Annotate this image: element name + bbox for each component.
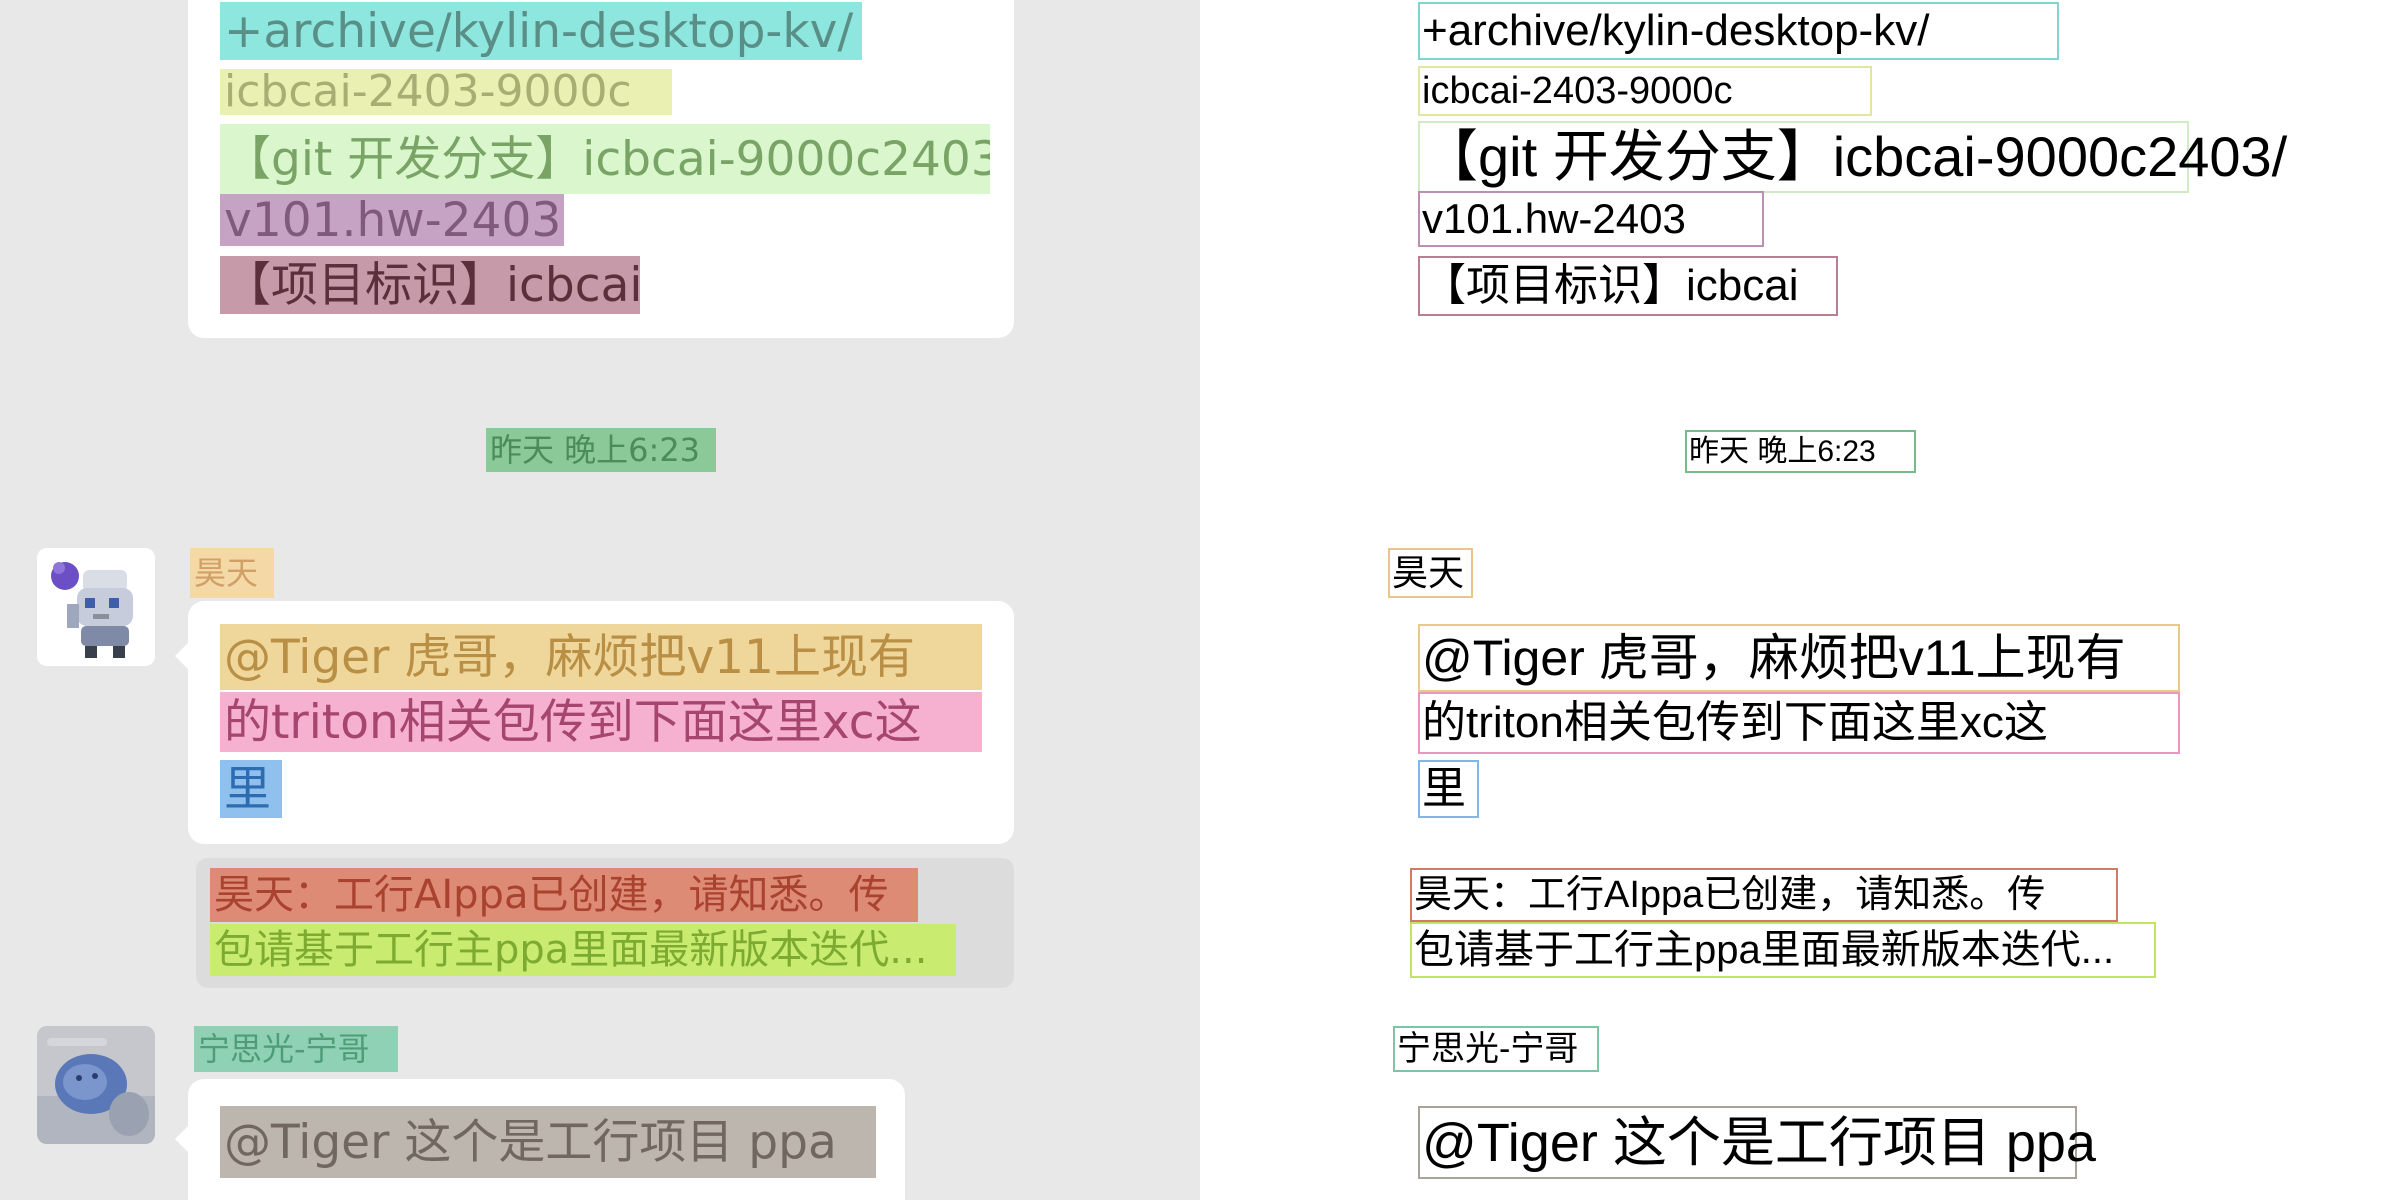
mention-ppa-line: @Tiger 这个是工行项目 ppa xyxy=(220,1106,876,1178)
ocr-box-mention-line-1: @Tiger 虎哥，麻烦把v11上现有 xyxy=(1418,624,2180,692)
timestamp-divider: 昨天 晚上6:23 xyxy=(486,428,716,472)
ocr-box-sender-haotian: 昊天 xyxy=(1388,548,1473,598)
chat-screenshot-panel: +archive/kylin-desktop-kv/ icbcai-2403-9… xyxy=(0,0,1200,1200)
ocr-box-quoted-line-2: 包请基于工行主ppa里面最新版本迭代... xyxy=(1410,922,2156,978)
ocr-box-branch-id: icbcai-2403-9000c xyxy=(1418,66,1872,116)
git-branch-line: 【git 开发分支】icbcai-9000c2403/ xyxy=(220,124,990,194)
sender-name-ning[interactable]: 宁思光-宁哥 xyxy=(194,1026,398,1072)
version-line: v101.hw-2403 xyxy=(220,194,564,246)
mention-line-3: 里 xyxy=(220,760,282,818)
mention-line-1: @Tiger 虎哥，麻烦把v11上现有 xyxy=(220,624,982,690)
ocr-box-mention-line-2: 的triton相关包传到下面这里xc这 xyxy=(1418,692,2180,754)
ning-avatar-icon xyxy=(37,1026,155,1144)
ocr-box-timestamp: 昨天 晚上6:23 xyxy=(1685,430,1916,473)
ocr-box-sender-ning: 宁思光-宁哥 xyxy=(1393,1026,1599,1072)
sender-name-haotian[interactable]: 昊天 xyxy=(190,548,274,598)
avatar[interactable] xyxy=(37,1026,155,1144)
branch-id-line: icbcai-2403-9000c xyxy=(220,69,672,115)
bubble-tail xyxy=(175,642,189,670)
ocr-box-version: v101.hw-2403 xyxy=(1418,191,1764,247)
ocr-box-project-id: 【项目标识】icbcai xyxy=(1418,256,1838,316)
ocr-box-git-branch: 【git 开发分支】icbcai-9000c2403/ xyxy=(1418,121,2287,193)
ocr-box-mention-line-3: 里 xyxy=(1418,760,1479,818)
project-id-line: 【项目标识】icbcai xyxy=(220,256,640,314)
archive-path-line: +archive/kylin-desktop-kv/ xyxy=(220,2,862,60)
avatar[interactable] xyxy=(37,548,155,666)
ocr-box-mention-ppa: @Tiger 这个是工行项目 ppa xyxy=(1418,1106,2096,1179)
mention-line-2: 的triton相关包传到下面这里xc这 xyxy=(220,692,982,752)
text-region-overlay-panel: +archive/kylin-desktop-kv/ icbcai-2403-9… xyxy=(1200,0,2400,1200)
haotian-avatar-icon xyxy=(37,548,155,666)
ocr-box-quoted-line-1: 昊天：工行AIppa已创建，请知悉。传 xyxy=(1410,868,2118,922)
quoted-line-2: 包请基于工行主ppa里面最新版本迭代... xyxy=(210,924,956,976)
ocr-box-archive-path: +archive/kylin-desktop-kv/ xyxy=(1418,2,2059,60)
bubble-tail xyxy=(175,1125,189,1153)
annotation-comparison-view: +archive/kylin-desktop-kv/ icbcai-2403-9… xyxy=(0,0,2400,1200)
quoted-line-1: 昊天：工行AIppa已创建，请知悉。传 xyxy=(210,868,918,922)
